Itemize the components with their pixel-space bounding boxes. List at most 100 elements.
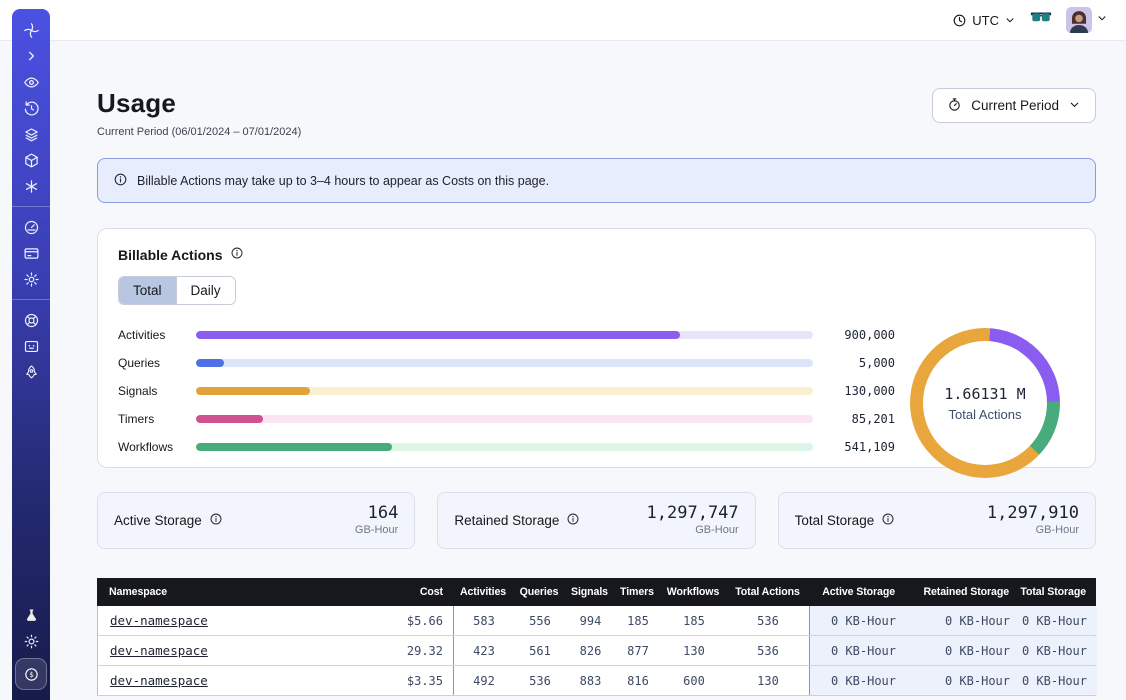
lifebuoy-icon[interactable] xyxy=(19,309,43,331)
timers-cell: 816 xyxy=(615,666,661,695)
bar-track xyxy=(196,415,813,423)
monitor-face-icon[interactable] xyxy=(19,335,43,357)
col-header-timers: Timers xyxy=(614,578,660,606)
bar-label: Workflows xyxy=(118,440,180,454)
bar-track xyxy=(196,359,813,367)
table-row: dev-namespace $3.35 492 536 883 816 600 … xyxy=(98,666,1095,695)
top-bar: UTC xyxy=(0,0,1126,41)
retained-storage-card: Retained Storage 1,297,747 GB-Hour xyxy=(437,492,755,549)
bar-signals: Signals 130,000 xyxy=(118,381,895,400)
active-storage-cell: 0 KB-Hour xyxy=(810,606,906,635)
cube-icon[interactable] xyxy=(19,149,43,171)
page-title: Usage xyxy=(97,88,301,119)
cost-cell: $5.66 xyxy=(378,606,454,635)
bar-fill xyxy=(196,443,392,451)
tab-total[interactable]: Total xyxy=(119,277,176,304)
col-header-signals: Signals xyxy=(565,578,614,606)
col-header-activities: Activities xyxy=(453,578,513,606)
namespace-link[interactable]: dev-namespace xyxy=(110,643,208,658)
glasses-icon[interactable] xyxy=(1030,9,1052,32)
queries-cell: 561 xyxy=(514,636,566,665)
temporal-logo-icon[interactable] xyxy=(19,19,43,41)
retained-storage-unit: GB-Hour xyxy=(647,524,739,537)
table-row: dev-namespace 29.32 423 561 826 877 130 … xyxy=(98,636,1095,666)
flask-icon[interactable] xyxy=(19,604,43,626)
workflows-cell: 600 xyxy=(661,666,727,695)
asterisk-icon[interactable] xyxy=(19,175,43,197)
sidebar-divider xyxy=(12,206,50,207)
col-header-retained-storage: Retained Storage xyxy=(905,578,1019,606)
bar-track xyxy=(196,443,813,451)
activities-cell: 583 xyxy=(454,606,514,635)
bar-fill xyxy=(196,331,680,339)
main-content: Usage Current Period (06/01/2024 – 07/01… xyxy=(0,41,1126,700)
total-actions-cell: 130 xyxy=(727,666,810,695)
rocket-icon[interactable] xyxy=(19,361,43,383)
bar-track xyxy=(196,387,813,395)
gauge-icon[interactable] xyxy=(19,216,43,238)
bar-label: Queries xyxy=(118,356,180,370)
total-storage-cell: 0 KB-Hour xyxy=(1020,666,1097,695)
page-subtitle: Current Period (06/01/2024 – 07/01/2024) xyxy=(97,126,301,138)
info-icon xyxy=(113,172,128,190)
total-storage-unit: GB-Hour xyxy=(987,524,1079,537)
info-icon[interactable] xyxy=(209,512,223,529)
sun-icon[interactable] xyxy=(19,630,43,652)
table-header-row: Namespace Cost Activities Queries Signal… xyxy=(97,578,1096,606)
total-storage-cell: 0 KB-Hour xyxy=(1020,636,1097,665)
banner-text: Billable Actions may take up to 3–4 hour… xyxy=(137,174,549,188)
col-header-cost: Cost xyxy=(377,578,453,606)
dollar-coin-icon[interactable]: $ xyxy=(15,658,47,690)
bar-queries: Queries 5,000 xyxy=(118,353,895,372)
col-header-queries: Queries xyxy=(513,578,565,606)
activities-cell: 492 xyxy=(454,666,514,695)
info-icon[interactable] xyxy=(881,512,895,529)
active-storage-value: 164 xyxy=(355,504,398,524)
current-period-label: Current Period xyxy=(971,98,1059,113)
col-header-namespace: Namespace xyxy=(97,578,377,606)
cost-cell: $3.35 xyxy=(378,666,454,695)
queries-cell: 556 xyxy=(514,606,566,635)
retained-storage-value: 1,297,747 xyxy=(647,504,739,524)
active-storage-cell: 0 KB-Hour xyxy=(810,636,906,665)
chevron-down-icon xyxy=(1004,14,1016,26)
chevron-down-icon xyxy=(1096,11,1108,29)
layers-icon[interactable] xyxy=(19,123,43,145)
card-icon[interactable] xyxy=(19,242,43,264)
total-actions-cell: 536 xyxy=(727,636,810,665)
namespace-usage-table: Namespace Cost Activities Queries Signal… xyxy=(97,578,1096,696)
info-icon[interactable] xyxy=(230,246,244,263)
info-icon[interactable] xyxy=(566,512,580,529)
user-menu[interactable] xyxy=(1066,7,1108,33)
info-banner: Billable Actions may take up to 3–4 hour… xyxy=(97,158,1096,203)
bar-activities: Activities 900,000 xyxy=(118,325,895,344)
bar-value: 900,000 xyxy=(829,328,895,342)
queries-cell: 536 xyxy=(514,666,566,695)
col-header-workflows: Workflows xyxy=(660,578,726,606)
namespace-link[interactable]: dev-namespace xyxy=(110,673,208,688)
tab-daily[interactable]: Daily xyxy=(176,277,235,304)
svg-text:$: $ xyxy=(29,670,33,679)
namespace-link[interactable]: dev-namespace xyxy=(110,613,208,628)
total-storage-label: Total Storage xyxy=(795,513,875,528)
active-storage-cell: 0 KB-Hour xyxy=(810,666,906,695)
bar-label: Signals xyxy=(118,384,180,398)
billable-actions-card: Billable Actions Total Daily Activities … xyxy=(97,228,1096,468)
bar-value: 85,201 xyxy=(829,412,895,426)
billable-bars-chart: Activities 900,000 Queries 5,000 Signals… xyxy=(118,323,895,465)
history-clock-icon[interactable] xyxy=(19,97,43,119)
timers-cell: 877 xyxy=(615,636,661,665)
eye-icon[interactable] xyxy=(19,71,43,93)
chevron-right-icon[interactable] xyxy=(19,45,43,67)
bar-value: 541,109 xyxy=(829,440,895,454)
col-header-total-actions: Total Actions xyxy=(726,578,809,606)
retained-storage-cell: 0 KB-Hour xyxy=(906,666,1020,695)
signals-cell: 826 xyxy=(566,636,615,665)
clock-icon xyxy=(952,13,967,28)
timezone-selector[interactable]: UTC xyxy=(952,13,1016,28)
activities-cell: 423 xyxy=(454,636,514,665)
sidebar-divider xyxy=(12,299,50,300)
current-period-button[interactable]: Current Period xyxy=(932,88,1096,123)
col-header-total-storage: Total Storage xyxy=(1019,578,1096,606)
gear-icon[interactable] xyxy=(19,268,43,290)
